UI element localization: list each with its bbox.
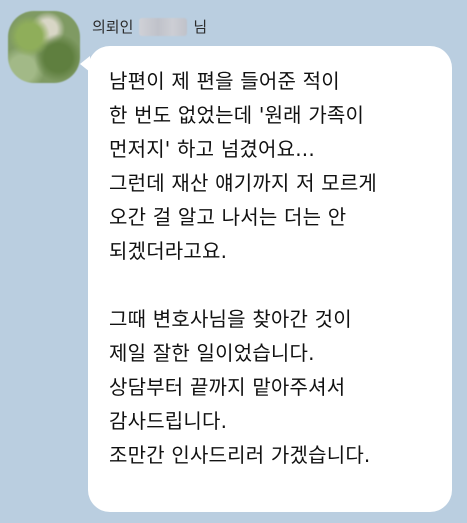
message-line-6: 되겠더라고요. [109, 239, 228, 263]
sender-name-prefix: 의뢰인 [92, 18, 134, 36]
message-line-5: 오간 걸 알고 나서는 더는 안 [109, 205, 347, 229]
message-line-10: 상담부터 끝까지 맡아주셔서 [109, 375, 346, 399]
message-line-9: 제일 잘한 일이었습니다. [109, 341, 315, 365]
message-line-4: 그런데 재산 얘기까지 저 모르게 [109, 171, 378, 195]
message-line-3: 먼저지' 하고 넘겼어요... [109, 137, 315, 161]
message-line-7 [109, 268, 434, 302]
sender-name-row: 의뢰인 님 [92, 17, 207, 37]
message-line-2: 한 번도 없었는데 '원래 가족이 [109, 103, 365, 127]
sender-name-redaction [139, 18, 188, 36]
message-line-1: 남편이 제 편을 들어준 적이 [109, 69, 340, 93]
sender-name-suffix: 님 [193, 18, 208, 36]
sender-avatar[interactable] [8, 11, 80, 83]
message-bubble[interactable]: 남편이 제 편을 들어준 적이 한 번도 없었는데 '원래 가족이 먼저지' 하… [80, 46, 452, 512]
message-line-8: 그때 변호사님을 찾아간 것이 [109, 307, 352, 331]
message-line-11: 감사드립니다. [109, 409, 228, 433]
message-line-12: 조만간 인사드리러 가겠습니다. [109, 443, 371, 467]
